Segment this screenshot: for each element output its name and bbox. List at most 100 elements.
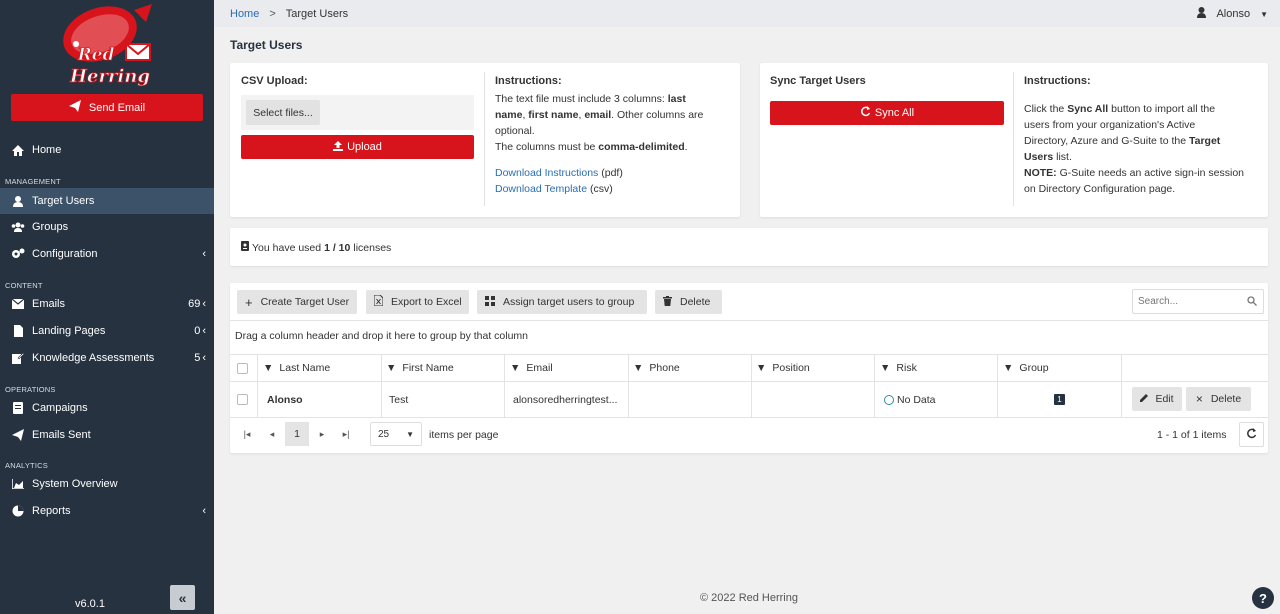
sidebar-item-label: Emails — [32, 298, 66, 310]
plus-icon: + — [245, 294, 253, 310]
pager-page-1[interactable]: 1 — [285, 422, 309, 446]
column-header-risk[interactable]: ▼ Risk — [880, 355, 917, 381]
column-header-position[interactable]: ▼ Position — [756, 355, 810, 381]
chevron-left-icon: ‹ — [202, 248, 206, 260]
pager-first-button[interactable]: |◂ — [237, 422, 257, 446]
section-management: MANAGEMENT — [5, 177, 61, 186]
column-header-last-name[interactable]: ▼ Last Name — [263, 355, 330, 381]
upload-label: Upload — [347, 141, 382, 153]
pencil-icon — [1140, 393, 1149, 405]
svg-text:Herring: Herring — [69, 66, 150, 87]
search-input[interactable] — [1138, 294, 1243, 309]
select-all-checkbox[interactable] — [237, 355, 248, 381]
chevron-left-icon: ‹ — [202, 325, 206, 337]
paper-plane-icon — [68, 100, 81, 115]
sync-all-button[interactable]: Sync All — [770, 101, 1004, 125]
cell-risk: No Data — [884, 382, 936, 417]
close-icon: × — [1195, 392, 1203, 406]
file-excel-icon — [373, 294, 384, 309]
csv-instructions-text: The text file must include 3 columns: la… — [495, 93, 704, 153]
divider — [484, 72, 485, 206]
sidebar-item-configuration[interactable]: Configuration ‹ — [0, 241, 214, 267]
knowledge-count: 5 — [194, 352, 201, 364]
breadcrumb-current: Target Users — [285, 7, 349, 20]
upload-icon — [333, 140, 344, 154]
sidebar-item-reports[interactable]: Reports ‹ — [0, 498, 214, 524]
filter-icon: ▼ — [386, 362, 397, 374]
select-files-button[interactable]: Select files... — [246, 100, 320, 125]
emails-count: 69 — [188, 298, 201, 310]
export-to-excel-button[interactable]: Export to Excel — [366, 290, 469, 314]
column-header-first-name[interactable]: ▼ First Name — [386, 355, 454, 381]
help-button[interactable]: ? — [1252, 587, 1274, 609]
group-drop-area[interactable]: Drag a column header and drop it here to… — [235, 330, 528, 342]
sync-instructions-text: Click the Sync All button to import all … — [1024, 103, 1245, 195]
column-header-phone[interactable]: ▼ Phone — [633, 355, 680, 381]
sidebar-item-home[interactable]: Home — [0, 137, 214, 163]
sidebar-item-campaigns[interactable]: Campaigns — [0, 395, 214, 421]
pager-last-button[interactable]: ▸| — [336, 422, 356, 446]
pager-prev-button[interactable]: ◂ — [262, 422, 282, 446]
download-template-link[interactable]: Download Template — [495, 183, 587, 195]
sidebar-item-label: Emails Sent — [32, 429, 91, 441]
circle-outline-icon — [884, 394, 894, 405]
user-icon — [1197, 7, 1207, 21]
sidebar-item-emails[interactable]: Emails 69 ‹ — [0, 291, 214, 317]
red-herring-logo[interactable]: Red Herring — [56, 2, 156, 90]
group-badge[interactable]: 1 — [1054, 394, 1065, 405]
section-analytics: ANALYTICS — [5, 461, 48, 470]
sync-instructions-title: Instructions: — [1024, 75, 1091, 87]
csv-upload-title: CSV Upload: — [241, 75, 308, 87]
divider — [230, 417, 1268, 418]
sidebar-item-groups[interactable]: Groups — [0, 214, 214, 240]
pager-next-button[interactable]: ▸ — [312, 422, 332, 446]
filter-icon: ▼ — [263, 362, 274, 374]
book-icon — [11, 401, 25, 415]
sidebar-item-label: Campaigns — [32, 402, 88, 414]
breadcrumb-separator: > — [269, 7, 276, 20]
sidebar-item-target-users[interactable]: Target Users — [0, 188, 214, 214]
pie-chart-icon — [11, 504, 25, 518]
chevron-left-icon: ‹ — [202, 505, 206, 517]
upload-button[interactable]: Upload — [241, 135, 474, 159]
sidebar-item-system-overview[interactable]: System Overview — [0, 471, 214, 497]
filter-icon: ▼ — [510, 362, 521, 374]
edit-icon — [11, 351, 25, 365]
divider — [1013, 72, 1014, 206]
edit-row-button[interactable]: Edit — [1132, 387, 1182, 411]
breadcrumb: Home > Target Users Alonso ▼ — [214, 0, 1280, 27]
sync-title: Sync Target Users — [770, 75, 866, 87]
refresh-icon — [860, 106, 871, 120]
chevron-left-icon: ‹ — [202, 352, 206, 364]
user-icon — [11, 194, 25, 208]
download-links: Download Instructions (pdf) Download Tem… — [495, 167, 623, 195]
file-icon — [11, 324, 25, 338]
row-checkbox[interactable] — [237, 382, 248, 417]
sidebar-item-emails-sent[interactable]: Emails Sent — [0, 422, 214, 448]
sidebar-item-landing-pages[interactable]: Landing Pages 0 ‹ — [0, 318, 214, 344]
filter-icon: ▼ — [633, 362, 644, 374]
page-size-select[interactable]: 25 ▼ — [370, 422, 422, 446]
column-header-email[interactable]: ▼ Email — [510, 355, 553, 381]
cell-group: 1 — [1054, 382, 1065, 417]
assign-to-group-button[interactable]: Assign target users to group — [477, 290, 647, 314]
sidebar-item-label: System Overview — [32, 478, 118, 490]
sidebar-item-label: Target Users — [32, 195, 95, 207]
user-menu[interactable]: Alonso ▼ — [1197, 7, 1268, 21]
sidebar-item-label: Home — [32, 144, 62, 156]
license-info: You have used 1 / 10 licenses — [241, 241, 391, 254]
delete-row-button[interactable]: × Delete — [1186, 387, 1251, 411]
download-instructions-link[interactable]: Download Instructions — [495, 167, 598, 179]
collapse-sidebar-button[interactable]: « — [170, 585, 195, 610]
id-badge-icon — [241, 241, 249, 254]
delete-selected-button[interactable]: Delete — [655, 290, 722, 314]
create-target-user-button[interactable]: + Create Target User — [237, 290, 357, 314]
column-header-group[interactable]: ▼ Group — [1003, 355, 1049, 381]
items-per-page-label: items per page — [429, 429, 499, 441]
home-icon — [11, 143, 25, 157]
sidebar-item-knowledge-assessments[interactable]: Knowledge Assessments 5 ‹ — [0, 345, 214, 371]
refresh-grid-button[interactable] — [1239, 422, 1264, 447]
send-email-button[interactable]: Send Email — [11, 94, 203, 121]
breadcrumb-home-link[interactable]: Home — [230, 8, 259, 20]
search-icon — [1247, 296, 1257, 309]
